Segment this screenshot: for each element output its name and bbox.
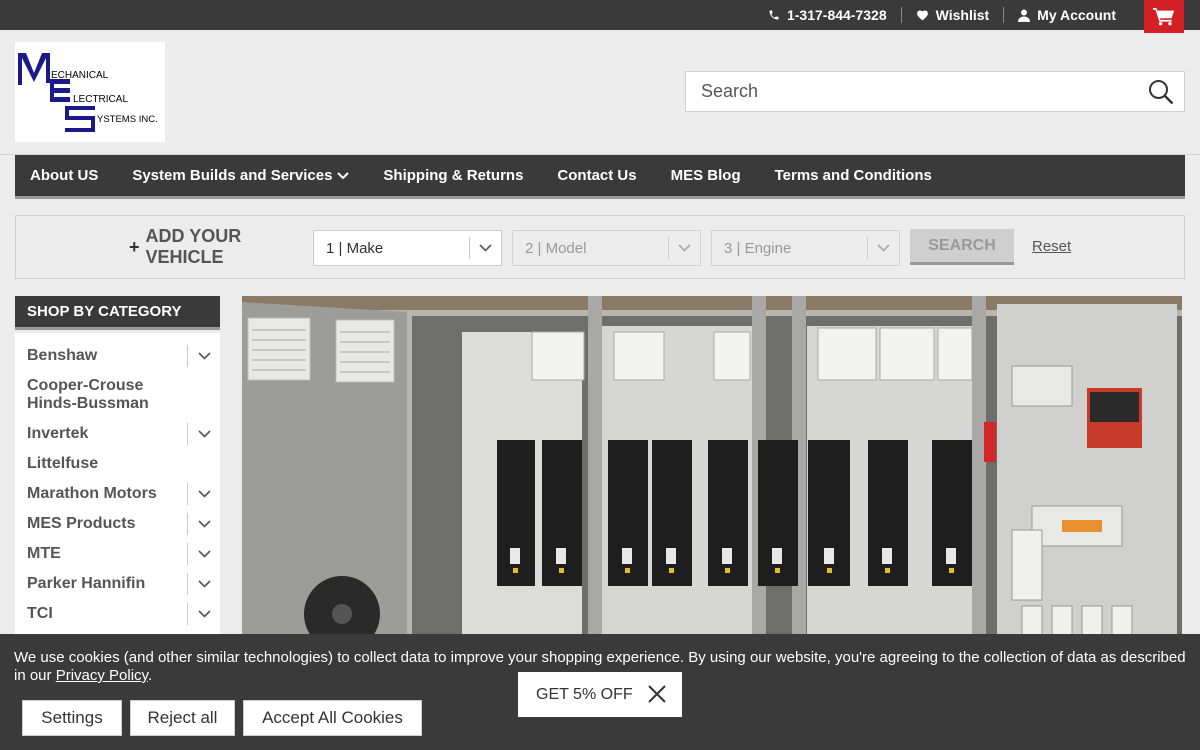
phone-icon [769, 10, 779, 20]
chevron-down-icon[interactable] [187, 573, 220, 595]
vehicle-search-button[interactable]: SEARCH [910, 229, 1014, 265]
category-list: Benshaw Cooper-Crouse Hinds-Bussman Inve… [15, 333, 220, 635]
make-select[interactable]: 1 | Make [313, 230, 502, 266]
category-invertek[interactable]: Invertek [27, 425, 88, 443]
privacy-policy-link[interactable]: Privacy Policy [56, 667, 148, 684]
nav-label: Terms and Conditions [774, 167, 932, 184]
model-select-value: 2 | Model [525, 239, 587, 257]
search-icon[interactable] [1148, 79, 1174, 105]
chevron-down-icon [668, 237, 700, 259]
category-marathon-motors[interactable]: Marathon Motors [27, 485, 157, 503]
nav-contact-us[interactable]: Contact Us [540, 167, 653, 184]
cookie-message-period: . [147, 667, 153, 684]
chevron-down-icon[interactable] [187, 513, 220, 535]
search-box [685, 71, 1185, 112]
logo-line-2: LECTRICAL [73, 94, 128, 105]
engine-select[interactable]: 3 | Engine [711, 230, 900, 266]
category-mes-products[interactable]: MES Products [27, 515, 135, 533]
model-select[interactable]: 2 | Model [512, 230, 701, 266]
wishlist-text: Wishlist [935, 7, 990, 23]
nav-about-us[interactable]: About US [15, 167, 115, 184]
nav-mes-blog[interactable]: MES Blog [654, 167, 758, 184]
account-link[interactable]: My Account [1003, 7, 1130, 23]
shop-by-category-heading: SHOP BY CATEGORY [15, 296, 220, 330]
wishlist-link[interactable]: Wishlist [900, 7, 1004, 23]
mes-logo: ECHANICAL LECTRICAL YSTEMS INC. [18, 53, 158, 132]
search-input[interactable] [686, 72, 1126, 111]
category-parker-hannifin[interactable]: Parker Hannifin [27, 575, 145, 593]
chevron-down-icon[interactable] [187, 423, 220, 445]
close-icon[interactable] [648, 685, 666, 703]
category-littelfuse[interactable]: Littelfuse [27, 455, 98, 473]
nav-system-builds[interactable]: System Builds and Services [115, 167, 366, 184]
phone-text: 1-317-844-7328 [786, 7, 887, 23]
main-nav: About US System Builds and Services Ship… [15, 155, 1185, 199]
user-icon [1018, 9, 1031, 22]
add-vehicle-button[interactable]: + ADD YOUR VEHICLE [129, 226, 241, 268]
chevron-down-icon[interactable] [187, 603, 220, 625]
chevron-down-icon[interactable] [187, 345, 220, 367]
chevron-down-icon [337, 171, 350, 179]
cookie-settings-button[interactable]: Settings [22, 700, 122, 736]
add-vehicle-line-2: VEHICLE [145, 247, 224, 267]
nav-label: About US [30, 167, 99, 184]
nav-label: System Builds and Services [132, 167, 333, 184]
category-benshaw[interactable]: Benshaw [27, 347, 97, 365]
chevron-down-icon[interactable] [187, 483, 220, 505]
reject-all-button[interactable]: Reject all [130, 700, 235, 736]
account-text: My Account [1037, 7, 1116, 23]
logo-line-1: ECHANICAL [51, 70, 109, 81]
chevron-down-icon [867, 237, 899, 259]
nav-label: MES Blog [670, 167, 741, 184]
logo[interactable]: ECHANICAL LECTRICAL YSTEMS INC. [15, 42, 165, 142]
nav-label: Contact Us [557, 167, 637, 184]
chevron-down-icon[interactable] [187, 543, 220, 565]
top-bar: 1-317-844-7328 Wishlist My Account [0, 0, 1200, 33]
top-links: 1-317-844-7328 Wishlist My Account [754, 0, 1130, 30]
nav-label: Shipping & Returns [383, 167, 524, 184]
add-vehicle-text: ADD YOUR VEHICLE [146, 226, 242, 268]
promo-label: GET 5% OFF [536, 685, 633, 703]
logo-line-3: YSTEMS INC. [97, 114, 158, 125]
accept-all-cookies-button[interactable]: Accept All Cookies [243, 700, 422, 736]
add-vehicle-line-1: ADD YOUR [145, 226, 242, 246]
heart-icon [916, 10, 928, 21]
nav-shipping-returns[interactable]: Shipping & Returns [366, 167, 540, 184]
category-tci[interactable]: TCI [27, 605, 53, 623]
cart-icon [1153, 8, 1175, 26]
make-select-value: 1 | Make [326, 239, 384, 257]
promo-popup[interactable]: GET 5% OFF [518, 672, 682, 717]
reset-link[interactable]: Reset [1032, 238, 1071, 255]
vehicle-finder: + ADD YOUR VEHICLE 1 | Make 2 | Model 3 … [15, 215, 1185, 279]
category-cooper-crouse-hinds-bussman[interactable]: Cooper-Crouse Hinds-Bussman [27, 377, 177, 413]
chevron-down-icon [469, 237, 501, 259]
phone-link[interactable]: 1-317-844-7328 [754, 7, 901, 23]
plus-icon: + [129, 236, 140, 257]
control-panel-illustration [242, 296, 1182, 636]
hero-image[interactable] [242, 296, 1182, 636]
cart-button[interactable] [1144, 0, 1184, 33]
nav-terms-conditions[interactable]: Terms and Conditions [758, 167, 949, 184]
category-mte[interactable]: MTE [27, 545, 61, 563]
engine-select-value: 3 | Engine [724, 239, 792, 257]
